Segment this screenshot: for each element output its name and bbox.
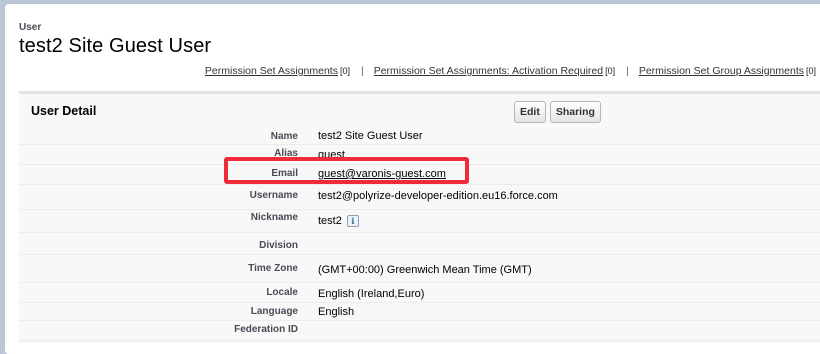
field-row-name: Name test2 Site Guest User: [19, 125, 820, 145]
edit-button[interactable]: Edit: [514, 101, 546, 123]
page-header: User test2 Site Guest User: [19, 22, 211, 58]
section-title: User Detail: [31, 104, 97, 118]
field-value: English (Ireland,Euro): [318, 288, 425, 300]
field-label: Username: [249, 190, 298, 201]
field-label: Federation ID: [234, 324, 298, 335]
field-value: test2 Site Guest User: [318, 130, 423, 142]
info-icon[interactable]: i: [346, 215, 359, 227]
field-row-nickname: Nickname test2 i: [19, 210, 820, 233]
field-value: English: [318, 306, 355, 318]
user-detail-section: User Detail Edit Sharing Name test2 Site …: [19, 91, 820, 343]
link-separator: |: [360, 65, 364, 77]
field-row-time-zone: Time Zone (GMT+00:00) Greenwich Mean Tim…: [19, 255, 820, 283]
sharing-button[interactable]: Sharing: [549, 101, 601, 123]
field-row-locale: Locale English (Ireland,Euro): [19, 283, 820, 303]
field-value: test2: [318, 215, 342, 227]
related-list-links: Permission Set Assignments [0] | Permission…: [205, 65, 816, 77]
field-value: test2@polyrize-developer-edition.eu16.fo…: [318, 190, 558, 202]
field-label: Language: [250, 306, 298, 317]
field-label: Locale: [266, 287, 298, 298]
link-permission-set-assignments[interactable]: Permission Set Assignments [0]: [205, 65, 350, 77]
field-row-division: Division: [19, 233, 820, 255]
field-label: Name: [270, 131, 298, 142]
object-type-label: User: [19, 22, 42, 33]
link-permission-set-assignments-activation-required[interactable]: Permission Set Assignments: Activation R…: [374, 65, 615, 77]
field-label: Nickname: [250, 212, 298, 223]
field-row-language: Language English: [19, 303, 820, 321]
detail-button-bar: Edit Sharing: [514, 101, 605, 123]
email-highlight-box: [224, 157, 469, 184]
field-value-wrap: test2 i: [318, 215, 359, 227]
field-row-federation-id: Federation ID: [19, 321, 820, 341]
field-row-username: Username test2@polyrize-developer-editio…: [19, 185, 820, 210]
field-value: (GMT+00:00) Greenwich Mean Time (GMT): [318, 264, 532, 276]
field-label: Division: [259, 240, 298, 251]
link-permission-set-group-assignments[interactable]: Permission Set Group Assignments [0]: [639, 65, 816, 77]
link-separator: |: [626, 65, 629, 77]
field-label: Time Zone: [248, 263, 298, 274]
page-title: test2 Site Guest User: [19, 35, 212, 57]
